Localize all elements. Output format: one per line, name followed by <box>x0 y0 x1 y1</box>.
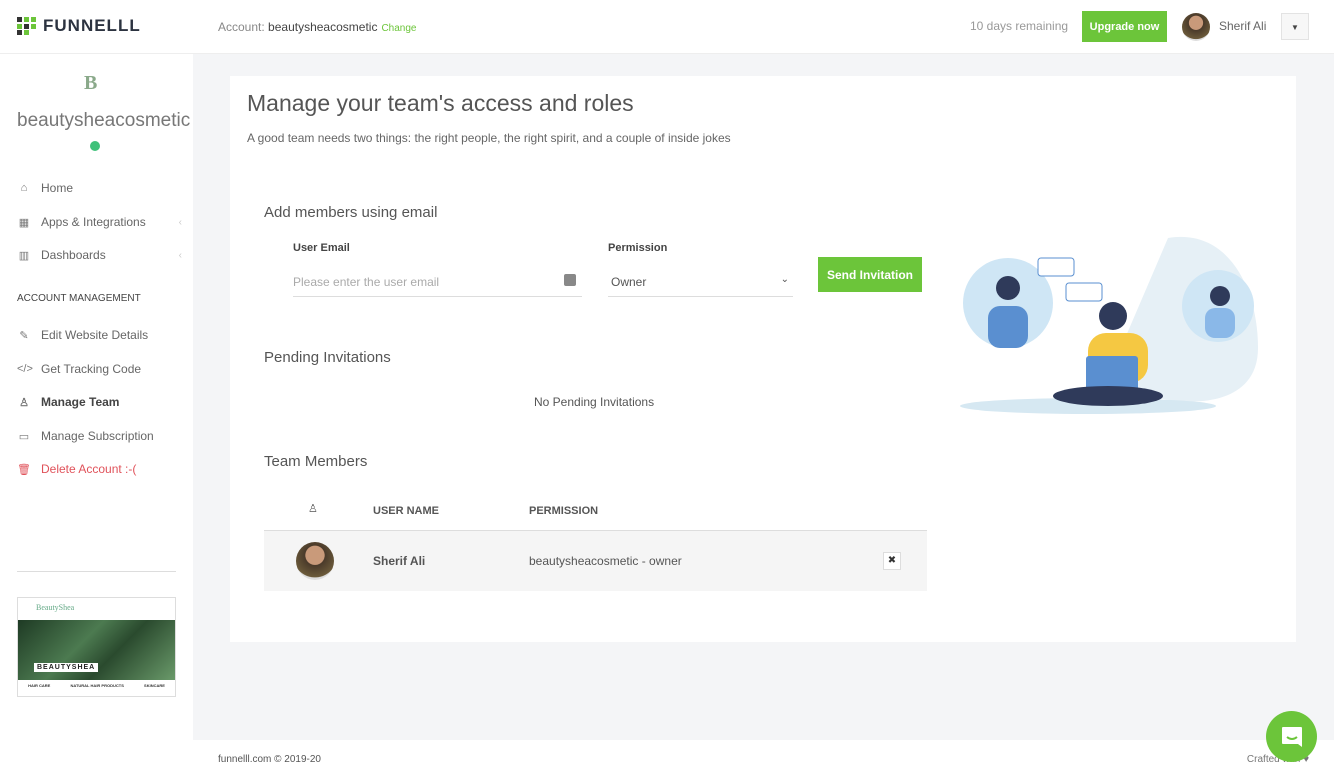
top-bar: FUNNELLL Account: beautysheacosmetic Chan… <box>0 0 1334 54</box>
change-account-link[interactable]: Change <box>381 23 416 34</box>
table-header: ♙ USER NAME PERMISSION <box>264 491 927 531</box>
email-input[interactable] <box>293 268 582 297</box>
sidebar-item-label: Manage Team <box>41 395 120 409</box>
site-name: beautysheacosmetic <box>17 110 191 131</box>
funnelll-logo-icon <box>17 17 36 35</box>
page-subtitle: A good team needs two things: the right … <box>247 131 731 145</box>
sidebar-item-label: Get Tracking Code <box>41 362 142 376</box>
sidebar-item-manage-team[interactable]: ♙ Manage Team <box>17 395 182 409</box>
user-avatar[interactable] <box>1182 13 1210 41</box>
pencil-icon: ✎ <box>19 329 29 342</box>
upgrade-button[interactable]: Upgrade now <box>1082 11 1167 42</box>
user-name[interactable]: Sherif Ali <box>1219 19 1266 33</box>
sidebar-item-subscription[interactable]: ▭ Manage Subscription <box>17 429 182 443</box>
chat-icon <box>1281 726 1302 747</box>
sidebar-item-label: Manage Subscription <box>41 429 154 443</box>
chevron-down-icon: ⌄ <box>780 274 789 285</box>
sidebar-item-label: Apps & Integrations <box>41 215 146 229</box>
account-name: beautysheacosmetic <box>268 20 378 34</box>
preview-image: BEAUTYSHEA <box>18 620 175 680</box>
divider <box>17 571 176 572</box>
pending-heading: Pending Invitations <box>264 349 391 366</box>
trash-icon: 🗑 <box>17 463 31 476</box>
chevron-left-icon: ‹ <box>178 216 182 228</box>
copyright: funnelll.com © 2019-20 <box>218 754 321 765</box>
team-illustration <box>960 236 1258 414</box>
no-pending-text: No Pending Invitations <box>534 395 655 409</box>
card-icon: ▭ <box>18 430 30 443</box>
preview-brand: BEAUTYSHEA <box>34 663 99 672</box>
sidebar: B beautysheacosmetic ⌂ Home ▦ Apps & Integ… <box>0 54 193 772</box>
team-card: Manage your team's access and roles A go… <box>230 76 1296 642</box>
website-preview[interactable]: BeautyShea BEAUTYSHEA HAIR CARE NATURAL H… <box>17 597 176 697</box>
sidebar-item-label: Dashboards <box>41 248 106 262</box>
account-info: Account: beautysheacosmetic Change <box>218 20 416 34</box>
brand-name: FUNNELLL <box>43 16 141 35</box>
brand-logo[interactable]: FUNNELLL <box>17 16 141 36</box>
column-user-name: USER NAME <box>373 505 440 517</box>
table-row: Sherif Ali beautysheacosmetic - owner ✖ <box>264 531 927 591</box>
caret-down-icon: ▼ <box>1291 23 1299 32</box>
user-icon: ♙ <box>308 503 318 515</box>
home-icon: ⌂ <box>20 182 28 194</box>
sidebar-item-tracking-code[interactable]: </> Get Tracking Code <box>17 362 182 376</box>
sidebar-item-edit-website[interactable]: ✎ Edit Website Details <box>17 328 182 342</box>
footer: funnelll.com © 2019-20 Crafted with ♥ <box>193 740 1334 772</box>
code-icon: </> <box>17 363 33 375</box>
preview-col: HAIR CARE <box>28 683 51 688</box>
bar-chart-icon: ▥ <box>18 249 30 262</box>
contact-card-icon <box>564 274 576 286</box>
column-permission: PERMISSION <box>529 505 599 517</box>
member-name: Sherif Ali <box>373 554 426 568</box>
member-permission: beautysheacosmetic - owner <box>529 554 682 568</box>
sidebar-item-label: Home <box>41 181 74 195</box>
user-menu-dropdown[interactable]: ▼ <box>1281 13 1309 40</box>
page-title: Manage your team's access and roles <box>247 90 634 116</box>
close-icon: ✖ <box>887 555 897 566</box>
account-label: Account: <box>218 20 265 34</box>
preview-col: NATURAL HAIR PRODUCTS <box>70 683 124 688</box>
site-logo: B <box>84 72 98 94</box>
team-icon: ♙ <box>19 396 29 409</box>
permission-select[interactable]: Owner ⌄ <box>608 268 793 297</box>
trial-remaining: 10 days remaining <box>970 19 1069 33</box>
sidebar-item-label: Edit Website Details <box>41 328 149 342</box>
sidebar-item-label: Delete Account :-( <box>41 462 137 476</box>
chat-launcher-button[interactable] <box>1266 711 1317 762</box>
sidebar-item-delete-account[interactable]: 🗑 Delete Account :-( <box>17 462 182 476</box>
member-avatar <box>296 542 334 580</box>
email-label: User Email <box>293 242 350 254</box>
send-invitation-button[interactable]: Send Invitation <box>818 257 922 292</box>
grid-icon: ▦ <box>18 216 30 229</box>
remove-member-button[interactable]: ✖ <box>883 552 901 570</box>
chevron-left-icon: ‹ <box>178 249 182 261</box>
section-heading: ACCOUNT MANAGEMENT <box>17 293 141 304</box>
sidebar-item-dashboards[interactable]: ▥ Dashboards ‹ <box>17 248 182 262</box>
permission-label: Permission <box>608 242 668 254</box>
preview-col: SKINCARE <box>144 683 165 688</box>
sidebar-item-apps[interactable]: ▦ Apps & Integrations ‹ <box>17 215 182 229</box>
status-dot <box>90 141 100 151</box>
team-heading: Team Members <box>264 453 368 470</box>
permission-value: Owner <box>611 275 647 289</box>
sidebar-item-home[interactable]: ⌂ Home <box>17 181 182 195</box>
add-members-heading: Add members using email <box>264 204 438 221</box>
preview-header: BeautyShea <box>36 603 75 612</box>
